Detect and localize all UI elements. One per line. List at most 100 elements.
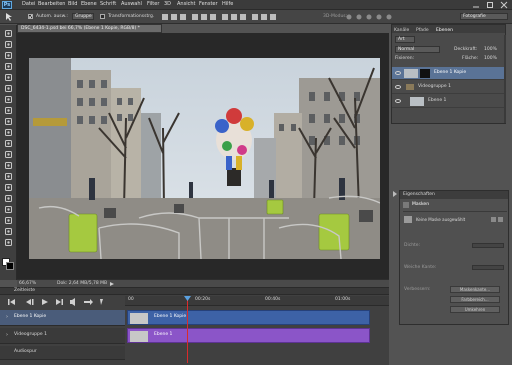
menu-ebene[interactable]: Ebene [81, 2, 97, 7]
feather-field[interactable] [472, 265, 504, 270]
type-icon[interactable] [4, 194, 13, 203]
layers-scrollbar[interactable] [504, 35, 506, 123]
path-select-icon[interactable] [4, 205, 13, 214]
menu-bild[interactable]: Bild [68, 2, 77, 7]
auto-select-dropdown[interactable]: Gruppe [72, 13, 94, 20]
menu-ansicht[interactable]: Ansicht [177, 2, 195, 7]
menu-bearbeiten[interactable]: Bearbeiten [38, 2, 65, 7]
marquee-icon[interactable] [4, 40, 13, 49]
blur-icon[interactable] [4, 161, 13, 170]
menu-bar: Ps Datei Bearbeiten Bild Ebene Schrift A… [0, 0, 512, 10]
healing-brush-icon[interactable] [4, 95, 13, 104]
tab-layers[interactable]: Ebenen [436, 27, 453, 35]
track-label: Videogruppe 1 [14, 332, 47, 337]
menu-datei[interactable]: Datei [22, 2, 35, 7]
divider [403, 211, 507, 212]
menu-fenster[interactable]: Fenster [199, 2, 218, 7]
playhead-handle[interactable] [184, 296, 191, 301]
eraser-icon[interactable] [4, 139, 13, 148]
gradient-icon[interactable] [4, 150, 13, 159]
tab-paths[interactable]: Pfade [416, 27, 429, 35]
menu-3d[interactable]: 3D [164, 2, 171, 7]
3d-mode-icons[interactable] [345, 13, 395, 21]
pen-icon[interactable] [4, 183, 13, 192]
menu-hilfe[interactable]: Hilfe [222, 2, 233, 7]
refine-label: Verbessern: [404, 287, 431, 292]
track-audiospur[interactable]: Audiospur [0, 346, 125, 360]
track-ebene-1-kopie[interactable]: › Ebene 1 Kopie [0, 310, 125, 326]
menu-auswahl[interactable]: Auswahl [121, 2, 142, 7]
track-videogruppe-1[interactable]: › Videogruppe 1 [0, 328, 125, 344]
layer-thumbnail [410, 97, 424, 106]
chevron-right-icon[interactable]: › [6, 315, 8, 320]
brush-icon[interactable] [4, 106, 13, 115]
layer-name: Ebene 1 Kopie [434, 70, 467, 75]
opacity-label: Deckkraft: [454, 47, 478, 52]
track-label: Ebene 1 Kopie [14, 314, 47, 319]
clip-ebene-1-kopie[interactable]: Ebene 1 Kopie [127, 310, 370, 325]
clip-thumbnail [130, 331, 148, 342]
time-mark-60: 01:00s [335, 297, 351, 302]
crop-icon[interactable] [4, 73, 13, 82]
menu-filter[interactable]: Filter [147, 2, 159, 7]
layer-row-ebene-1[interactable]: Ebene 1 [392, 95, 506, 108]
minimize-button[interactable] [470, 1, 482, 9]
opacity-value[interactable]: 100% [484, 47, 497, 53]
invert-button[interactable]: Umkehren [450, 306, 500, 313]
playback-controls [4, 297, 119, 307]
lasso-icon[interactable] [4, 51, 13, 60]
density-field[interactable] [472, 243, 504, 248]
maximize-button[interactable] [484, 1, 496, 9]
dodge-icon[interactable] [4, 172, 13, 181]
tools-list [0, 25, 17, 280]
visibility-eye-icon[interactable] [395, 85, 401, 89]
timeline-panel: Zeitleiste 00 00:20s 00:40s 01:00s › Ebe… [0, 287, 389, 365]
clip-ebene-1[interactable]: Ebene 1 [127, 328, 370, 343]
mask-action-icons[interactable] [490, 216, 504, 223]
color-range-button[interactable]: Farbbereich... [450, 296, 500, 303]
zoom-level[interactable]: 66,67% [19, 281, 36, 287]
mask-edge-label: Maskenkante... [459, 287, 491, 292]
properties-tab-masks[interactable]: Masken [412, 202, 429, 208]
playhead[interactable] [187, 296, 188, 363]
quick-select-icon[interactable] [4, 62, 13, 71]
document-size: Dok: 2,64 MB/5,78 MB [57, 281, 108, 286]
density-label: Dichte: [404, 243, 421, 248]
visibility-eye-icon[interactable] [395, 71, 401, 75]
fill-label: Fläche: [462, 56, 479, 61]
layer-row-videogruppe-1[interactable]: Videogruppe 1 [392, 81, 506, 94]
move-icon[interactable] [4, 29, 13, 38]
layer-filter-dropdown[interactable]: Art [395, 36, 415, 43]
shape-icon[interactable] [4, 216, 13, 225]
transform-controls-checkbox[interactable] [100, 14, 105, 19]
properties-collapse-icon[interactable] [391, 190, 398, 198]
background-color-swatch[interactable] [6, 262, 14, 270]
hand-icon[interactable] [4, 227, 13, 236]
timeline-ruler[interactable]: 00 00:20s 00:40s 01:00s [125, 296, 389, 306]
auto-select-checkbox[interactable] [28, 14, 33, 19]
clone-stamp-icon[interactable] [4, 117, 13, 126]
chevron-right-icon[interactable]: › [6, 333, 8, 338]
history-brush-icon[interactable] [4, 128, 13, 137]
tab-channels[interactable]: Kanäle [394, 27, 409, 35]
time-mark-40: 00:40s [265, 297, 281, 302]
menu-schrift[interactable]: Schrift [100, 2, 116, 7]
move-tool-icon[interactable] [4, 13, 14, 21]
eyedropper-icon[interactable] [4, 84, 13, 93]
layer-mask-thumbnail [420, 69, 430, 78]
document-image[interactable] [29, 58, 380, 259]
layer-filter-value: Art [398, 37, 405, 42]
right-panels: Kanäle Pfade Ebenen Art Normal Deckkraft… [389, 24, 512, 365]
zoom-icon[interactable] [4, 238, 13, 247]
fill-value[interactable]: 100% [484, 56, 497, 62]
visibility-eye-icon[interactable] [395, 99, 401, 103]
mask-edge-button[interactable]: Maskenkante... [450, 286, 500, 293]
blend-mode-dropdown[interactable]: Normal [395, 46, 440, 53]
clip-thumbnail [130, 313, 148, 324]
close-window-button[interactable] [498, 1, 510, 9]
workspace-dropdown[interactable]: Fotografie [460, 13, 508, 20]
timeline-header: Zeitleiste [0, 288, 389, 295]
layer-row-ebene-1-kopie[interactable]: Ebene 1 Kopie [392, 67, 506, 80]
document-tab[interactable]: DSC_6434-1.psd bei 66,7% (Ebene 1 Kopie,… [17, 24, 162, 33]
pixel-mask-icon [404, 216, 412, 223]
